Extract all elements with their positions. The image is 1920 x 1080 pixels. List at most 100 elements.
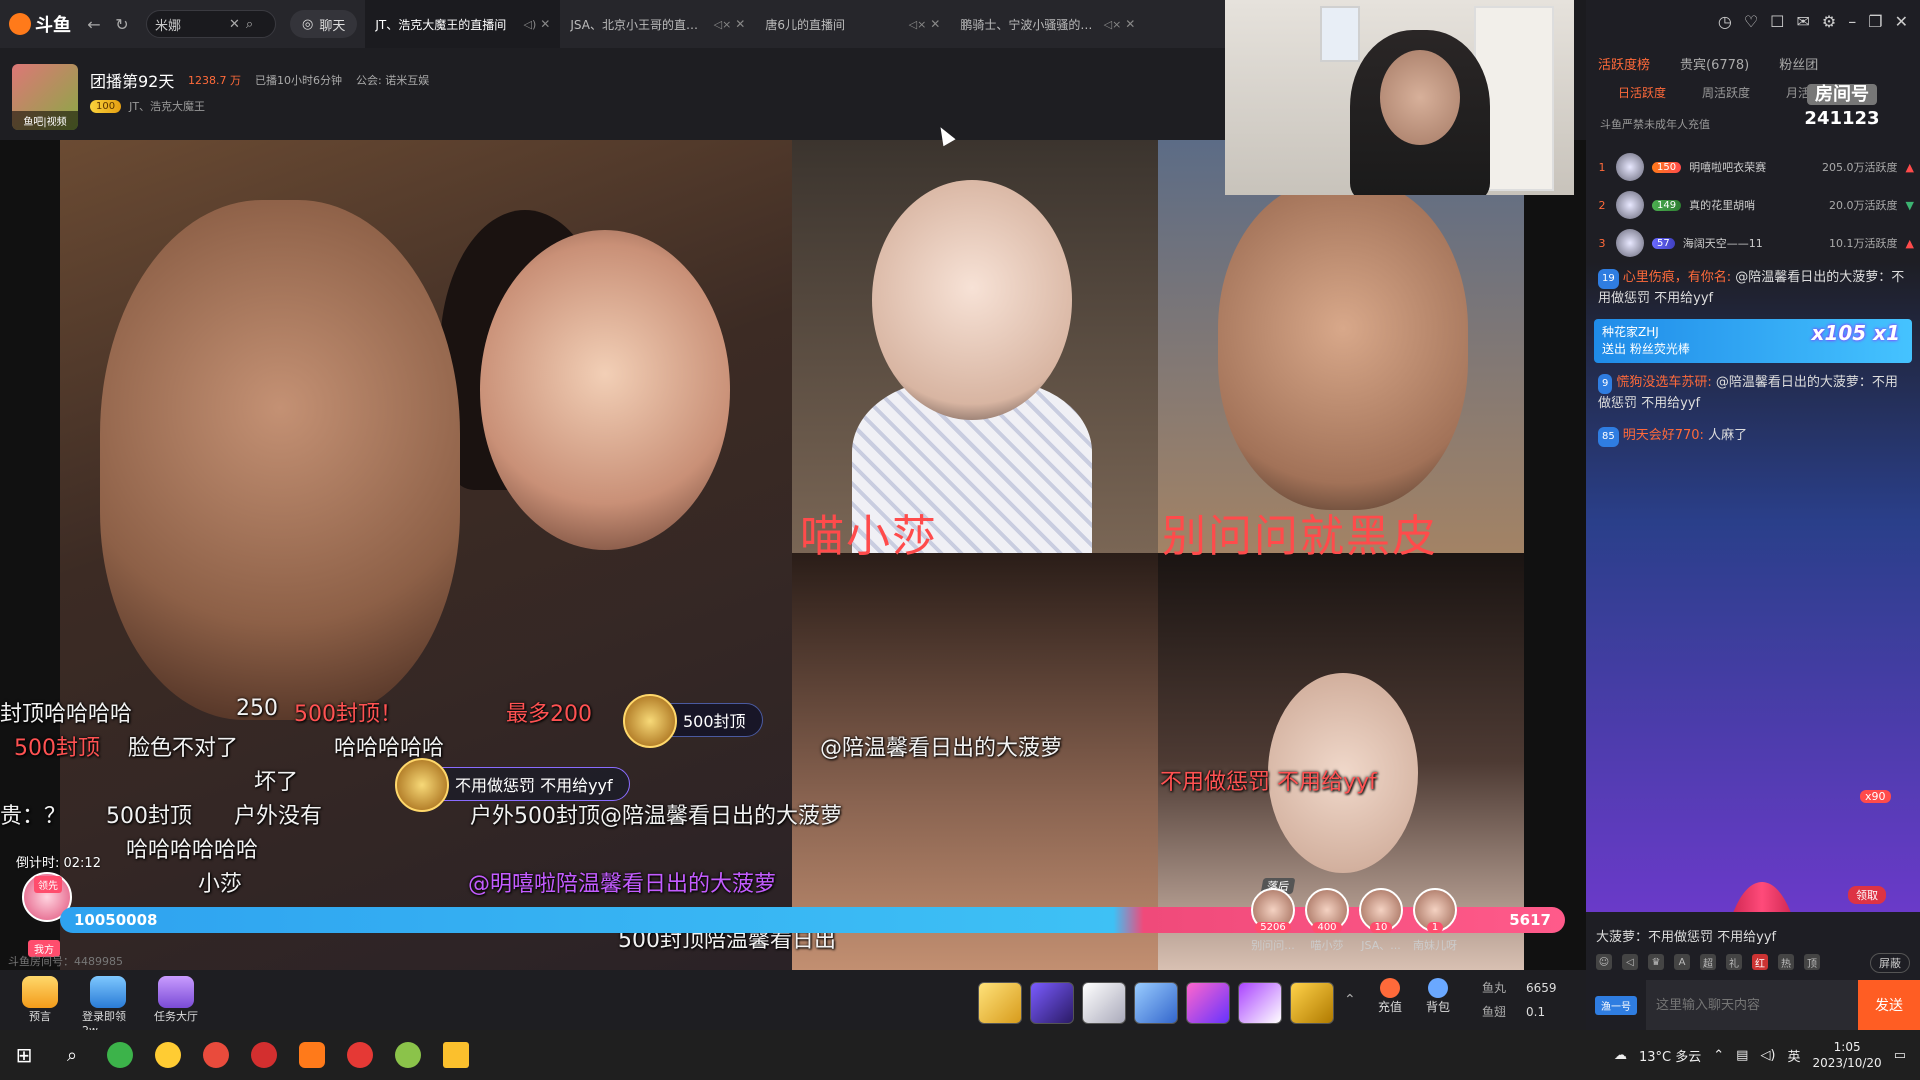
level-selector[interactable]: 渔一号 — [1586, 980, 1646, 1030]
chat-input[interactable] — [1646, 980, 1858, 1030]
subtab-weekly[interactable]: 周活跃度 — [1702, 84, 1750, 101]
weather-icon: ☁ — [1613, 1047, 1627, 1063]
gift-item[interactable] — [1238, 982, 1282, 1024]
red-envelope-icon[interactable]: 红 — [1752, 954, 1768, 970]
login-reward-button[interactable]: 登录即领2w — [82, 976, 134, 1037]
rank-number: 3 — [1598, 236, 1606, 250]
sound-icon[interactable]: ◁) — [524, 18, 537, 31]
tab-room-1[interactable]: JT、浩克大魔王的直播间 ◁) ✕ — [365, 0, 561, 48]
chat-button[interactable]: ◎ 聊天 — [290, 10, 358, 38]
weather-text[interactable]: 13°C 多云 — [1639, 1046, 1701, 1065]
video-player[interactable]: 喵小莎 别问问就黑皮 — [0, 140, 1586, 970]
wechat-icon[interactable] — [96, 1030, 144, 1080]
restore-icon[interactable]: ❐ — [1868, 12, 1882, 31]
search-icon[interactable]: ⌕ — [246, 17, 253, 32]
volume-icon[interactable]: ◁) — [1760, 1048, 1775, 1063]
close-icon[interactable]: ✕ — [1125, 17, 1135, 31]
clear-icon[interactable]: ✕ — [229, 17, 240, 32]
chat-user[interactable]: 明天会好770: — [1623, 428, 1704, 443]
tab-room-3[interactable]: 唐6儿的直播间 ◁× ✕ — [755, 0, 950, 48]
opponent-item[interactable]: 10 JSA、... — [1358, 888, 1404, 953]
search-input[interactable] — [155, 16, 225, 32]
emoji-icon[interactable]: ☺ — [1596, 954, 1612, 970]
ime-indicator[interactable]: 英 — [1788, 1046, 1801, 1065]
fan-badge[interactable]: 100 — [90, 99, 122, 113]
tab-room-2[interactable]: JSA、北京小王哥的直播间 ◁× ✕ — [560, 0, 755, 48]
pin-icon[interactable]: 顶 — [1804, 954, 1820, 970]
prophecy-button[interactable]: 预言 — [14, 976, 66, 1037]
super-icon[interactable]: 超 — [1700, 954, 1716, 970]
opponent-item[interactable]: 1 南妹儿呀 — [1412, 888, 1458, 953]
recharge-button[interactable]: 充值 — [1378, 978, 1402, 1015]
chat-user[interactable]: 慌狗没选车苏研: — [1616, 375, 1711, 390]
mute-icon[interactable]: ◁× — [1104, 18, 1122, 31]
tab-activity-rank[interactable]: 活跃度榜 — [1598, 54, 1650, 73]
tab-vip[interactable]: 贵宾(6778) — [1680, 54, 1749, 73]
gift-item[interactable] — [978, 982, 1022, 1024]
speaker-icon[interactable]: ◁ — [1622, 954, 1638, 970]
clock[interactable]: 1:05 2023/10/20 — [1813, 1039, 1882, 1071]
gift-banner: 种花家ZHJ 送出 粉丝荧光棒 x105 x1 — [1594, 319, 1912, 363]
douyu-logo[interactable]: 斗鱼 — [0, 0, 80, 48]
refresh-icon[interactable]: ↻ — [108, 10, 136, 38]
crown-icon[interactable]: ♛ — [1648, 954, 1664, 970]
guild-name[interactable]: 公会: 诺米互娱 — [356, 72, 429, 88]
gift-item[interactable] — [1290, 982, 1334, 1024]
close-icon[interactable]: ✕ — [1895, 12, 1908, 31]
tab-fans[interactable]: 粉丝团 — [1779, 54, 1818, 73]
close-icon[interactable]: ✕ — [540, 17, 550, 31]
mute-icon[interactable]: ◁× — [714, 18, 732, 31]
rank-row[interactable]: 1 150 明嘻啦吧衣荣赛 205.0万活跃度 ▲ — [1596, 148, 1914, 186]
chat-message: 9 慌狗没选车苏研: @陪温馨看日出的大菠萝：不用做惩罚 不用给yyf — [1586, 367, 1920, 420]
rank-row[interactable]: 3 57 海阔天空——11 10.1万活跃度 ▲ — [1596, 224, 1914, 262]
subtab-daily[interactable]: 日活跃度 — [1618, 84, 1666, 101]
streamer-avatar[interactable]: 鱼吧|视频 — [12, 64, 78, 130]
chat-list[interactable]: 19 心里伤痕，有你名: @陪温馨看日出的大菠萝：不用做惩罚 不用给yyf 种花家… — [1586, 262, 1920, 912]
font-icon[interactable]: A — [1674, 954, 1690, 970]
chrome-icon[interactable] — [144, 1030, 192, 1080]
opponent-item[interactable]: 400 喵小莎 — [1304, 888, 1350, 953]
network-icon[interactable]: ▤ — [1736, 1048, 1748, 1063]
heart-icon[interactable]: ♡ — [1744, 12, 1758, 31]
history-icon[interactable]: ◷ — [1718, 12, 1732, 31]
chat-user[interactable]: 心里伤痕，有你名: — [1623, 270, 1731, 285]
minimize-icon[interactable]: – — [1848, 12, 1856, 31]
app-icon[interactable] — [336, 1030, 384, 1080]
tab-room-4[interactable]: 鹏骑士、宁波小骚骚的直... ◁× ✕ — [950, 0, 1145, 48]
trend-down-icon: ▼ — [1905, 198, 1914, 212]
task-hall-button[interactable]: 任务大厅 — [150, 976, 202, 1037]
close-icon[interactable]: ✕ — [735, 17, 745, 31]
calendar-icon[interactable]: ☐ — [1770, 12, 1784, 31]
notification-icon[interactable]: ▭ — [1894, 1048, 1906, 1063]
windows-start-icon[interactable]: ⊞ — [0, 1030, 48, 1080]
gift-icon[interactable]: 礼 — [1726, 954, 1742, 970]
opponent-item[interactable]: 5206 别问问... — [1250, 888, 1296, 953]
gift-item[interactable] — [1082, 982, 1126, 1024]
hot-icon[interactable]: 热 — [1778, 954, 1794, 970]
back-icon[interactable]: ← — [80, 10, 108, 38]
send-button[interactable]: 发送 — [1858, 980, 1920, 1030]
chevron-up-icon[interactable]: ⌃ — [1713, 1048, 1724, 1063]
pk-opponents: 5206 别问问... 400 喵小莎 10 JSA、... 1 南妹儿呀 — [1250, 888, 1458, 953]
gift-item[interactable] — [1134, 982, 1178, 1024]
gift-item[interactable] — [1030, 982, 1074, 1024]
opponent-score: 400 — [1312, 922, 1342, 933]
message-icon[interactable]: ✉ — [1797, 12, 1810, 31]
pk-timer: 倒计时: 02:12 — [16, 856, 101, 871]
app-icon[interactable] — [384, 1030, 432, 1080]
netease-music-icon[interactable] — [240, 1030, 288, 1080]
gift-item[interactable] — [1186, 982, 1230, 1024]
backpack-button[interactable]: 背包 — [1426, 978, 1450, 1015]
douyu-app-icon[interactable] — [288, 1030, 336, 1080]
claim-button[interactable]: 领取 — [1848, 886, 1886, 904]
search-icon[interactable]: ⌕ — [48, 1030, 96, 1080]
shield-button[interactable]: 屏蔽 — [1870, 953, 1910, 973]
settings-icon[interactable]: ⚙ — [1822, 12, 1836, 31]
folder-icon[interactable] — [432, 1030, 480, 1080]
mute-icon[interactable]: ◁× — [909, 18, 927, 31]
browser-icon[interactable] — [192, 1030, 240, 1080]
chevron-up-icon[interactable]: ⌃ — [1344, 992, 1356, 1008]
rank-row[interactable]: 2 149 真的花里胡哨 20.0万活跃度 ▼ — [1596, 186, 1914, 224]
backpack-icon — [1428, 978, 1449, 998]
close-icon[interactable]: ✕ — [930, 17, 940, 31]
